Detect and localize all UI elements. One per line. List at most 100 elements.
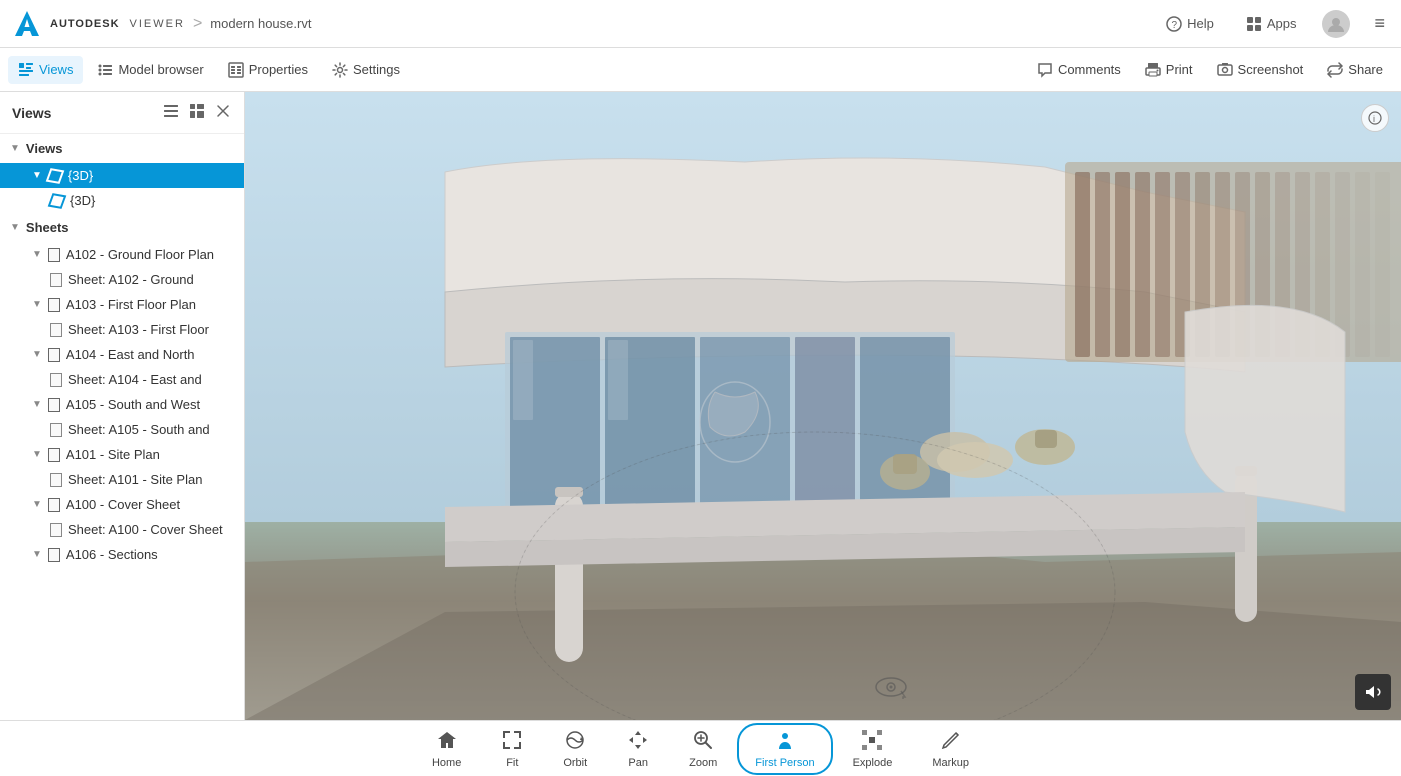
toolbar-right: Comments Print Screenshot	[1027, 56, 1393, 84]
megaphone-button[interactable]	[1355, 674, 1391, 710]
sidebar-header: Views	[0, 92, 244, 134]
views-button[interactable]: Views	[8, 56, 83, 84]
tree-item-3d-parent[interactable]: ▼ {3D}	[0, 163, 244, 188]
list-view-button[interactable]	[162, 102, 180, 123]
tree-item-a101-sub-label: Sheet: A101 - Site Plan	[68, 472, 202, 487]
settings-icon	[332, 62, 348, 78]
help-button[interactable]: ? Help	[1160, 12, 1220, 36]
grid-icon	[190, 104, 204, 118]
sheet-icon-a102-sub	[50, 273, 62, 287]
autodesk-logo-icon	[12, 9, 42, 39]
tree-item-a101-label: A101 - Site Plan	[66, 447, 160, 462]
tree-item-a100-sub-label: Sheet: A100 - Cover Sheet	[68, 522, 223, 537]
3d-viewer[interactable]: i	[245, 92, 1401, 720]
share-button[interactable]: Share	[1317, 56, 1393, 84]
sheets-section-header[interactable]: ▼ Sheets	[0, 213, 244, 242]
properties-icon	[228, 62, 244, 78]
cursor-indicator	[873, 675, 909, 705]
close-icon	[216, 104, 230, 118]
a105-chevron: ▼	[32, 399, 42, 410]
properties-button[interactable]: Properties	[218, 56, 318, 84]
print-icon	[1145, 62, 1161, 78]
orbit-button[interactable]: Orbit	[543, 723, 607, 775]
tree-item-a106-parent[interactable]: ▼ A106 - Sections	[0, 542, 244, 567]
model-browser-button[interactable]: Model browser	[87, 56, 213, 84]
views-section-label: Views	[26, 141, 63, 156]
tree-item-a105-sub-label: Sheet: A105 - South and	[68, 422, 210, 437]
tree-item-a104-parent[interactable]: ▼ A104 - East and North	[0, 342, 244, 367]
cube-icon	[46, 168, 65, 184]
explode-icon	[861, 729, 883, 755]
zoom-button[interactable]: Zoom	[669, 723, 737, 775]
tree-item-a103-parent[interactable]: ▼ A103 - First Floor Plan	[0, 292, 244, 317]
close-sidebar-button[interactable]	[214, 102, 232, 123]
first-person-button[interactable]: First Person	[737, 723, 832, 775]
comments-button[interactable]: Comments	[1027, 56, 1131, 84]
sidebar: Views	[0, 92, 245, 720]
3d-parent-chevron: ▼	[32, 170, 42, 181]
tree-item-a101-sub[interactable]: Sheet: A101 - Site Plan	[0, 467, 244, 492]
list-icon	[164, 104, 178, 118]
a103-chevron: ▼	[32, 299, 42, 310]
sheet-icon-a101	[48, 448, 60, 462]
views-section-header[interactable]: ▼ Views	[0, 134, 244, 163]
top-bar-right: ? Help Apps ≡	[1160, 9, 1389, 38]
eye-cursor-icon	[873, 675, 909, 699]
info-icon: i	[1368, 111, 1382, 125]
a100-chevron: ▼	[32, 499, 42, 510]
views-chevron: ▼	[10, 143, 20, 154]
tree-item-a102-parent[interactable]: ▼ A102 - Ground Floor Plan	[0, 242, 244, 267]
tree-item-a105-label: A105 - South and West	[66, 397, 200, 412]
first-person-icon	[774, 729, 796, 755]
pan-button[interactable]: Pan	[607, 723, 669, 775]
grid-view-button[interactable]	[188, 102, 206, 123]
a102-chevron: ▼	[32, 249, 42, 260]
fit-button[interactable]: Fit	[481, 723, 543, 775]
file-name: modern house.rvt	[210, 16, 311, 31]
comments-icon	[1037, 62, 1053, 78]
sheet-icon-a103-sub	[50, 323, 62, 337]
sheet-icon-a104-sub	[50, 373, 62, 387]
sheet-icon-a104	[48, 348, 60, 362]
zoom-icon	[692, 729, 714, 755]
sheet-icon-a103	[48, 298, 60, 312]
a104-chevron: ▼	[32, 349, 42, 360]
tree-item-a105-sub[interactable]: Sheet: A105 - South and	[0, 417, 244, 442]
logo-area: AUTODESK VIEWER > modern house.rvt	[12, 9, 311, 39]
tree-item-a100-parent[interactable]: ▼ A100 - Cover Sheet	[0, 492, 244, 517]
apps-icon	[1246, 16, 1262, 32]
tree-item-3d-child[interactable]: {3D}	[0, 188, 244, 213]
app-logo-text: AUTODESK	[50, 18, 120, 30]
tree-item-a104-sub[interactable]: Sheet: A104 - East and	[0, 367, 244, 392]
screenshot-icon	[1217, 62, 1233, 78]
svg-text:?: ?	[1172, 20, 1178, 31]
fit-icon	[501, 729, 523, 755]
sheet-icon-a100	[48, 498, 60, 512]
hamburger-menu-button[interactable]: ≡	[1370, 9, 1389, 38]
toolbar: Views Model browser Properties Sett	[0, 48, 1401, 92]
tree-item-a103-sub[interactable]: Sheet: A103 - First Floor	[0, 317, 244, 342]
tree-item-a102-sub-label: Sheet: A102 - Ground	[68, 272, 194, 287]
apps-button[interactable]: Apps	[1240, 12, 1303, 36]
main-content: Views	[0, 92, 1401, 720]
sheets-chevron: ▼	[10, 222, 20, 233]
explode-button[interactable]: Explode	[833, 723, 913, 775]
tree-item-a103-label: A103 - First Floor Plan	[66, 297, 196, 312]
avatar[interactable]	[1322, 10, 1350, 38]
tree-item-a101-parent[interactable]: ▼ A101 - Site Plan	[0, 442, 244, 467]
screenshot-button[interactable]: Screenshot	[1207, 56, 1314, 84]
info-button[interactable]: i	[1361, 104, 1389, 132]
sheet-icon-a100-sub	[50, 523, 62, 537]
tree-item-3d-child-label: {3D}	[70, 193, 95, 208]
a101-chevron: ▼	[32, 449, 42, 460]
tree-item-a100-label: A100 - Cover Sheet	[66, 497, 180, 512]
sidebar-header-icons	[162, 102, 232, 123]
tree-item-a100-sub[interactable]: Sheet: A100 - Cover Sheet	[0, 517, 244, 542]
home-button[interactable]: Home	[412, 723, 481, 775]
tree-item-a103-sub-label: Sheet: A103 - First Floor	[68, 322, 209, 337]
tree-item-a102-sub[interactable]: Sheet: A102 - Ground	[0, 267, 244, 292]
markup-button[interactable]: Markup	[912, 723, 989, 775]
tree-item-a105-parent[interactable]: ▼ A105 - South and West	[0, 392, 244, 417]
settings-button[interactable]: Settings	[322, 56, 410, 84]
print-button[interactable]: Print	[1135, 56, 1203, 84]
